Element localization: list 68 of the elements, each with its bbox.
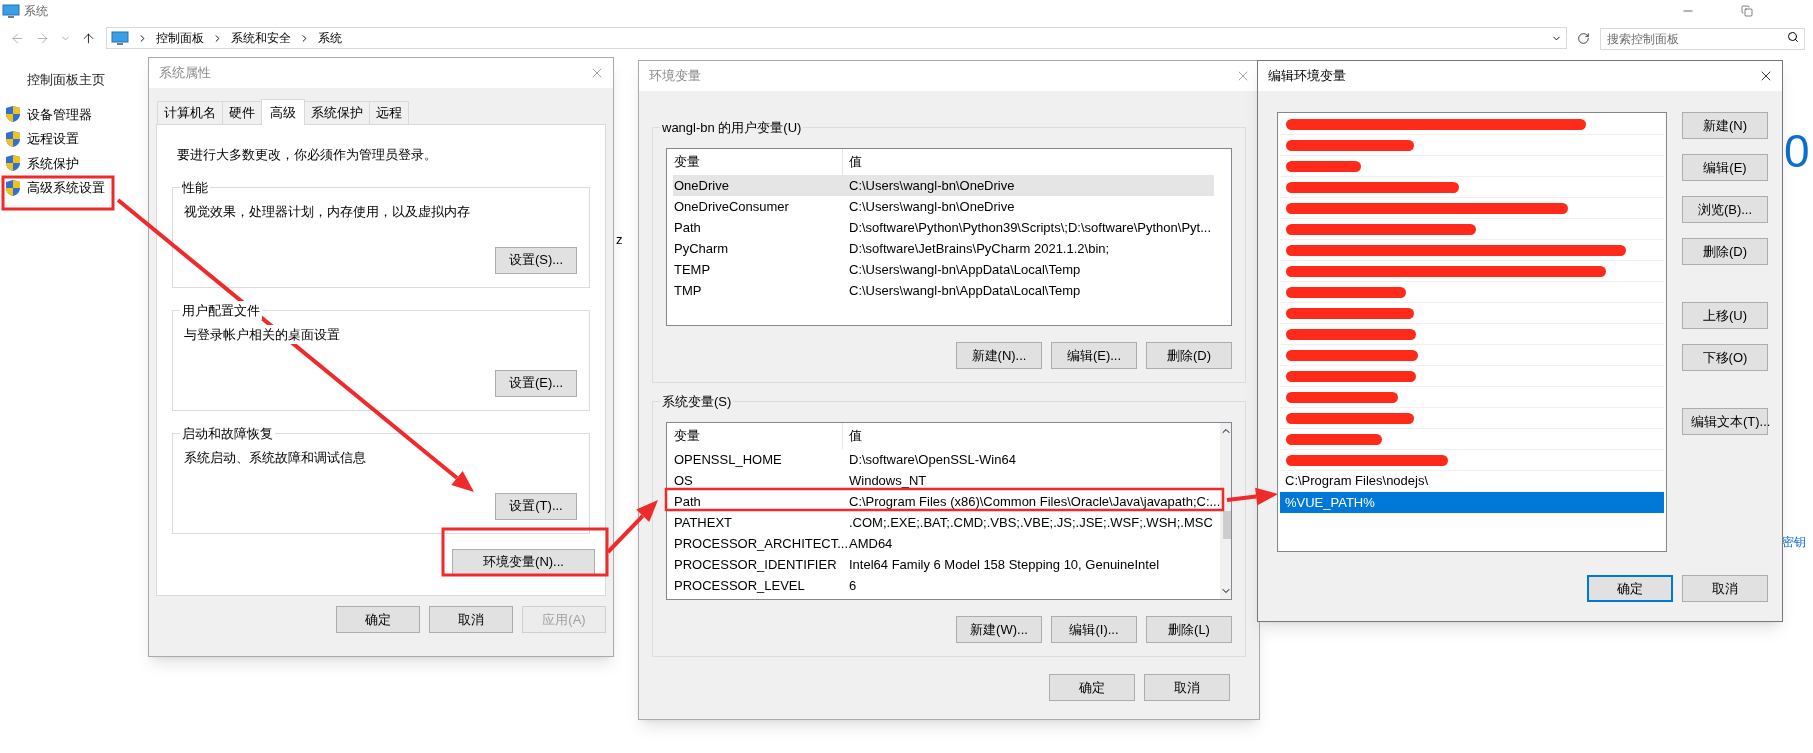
column-header[interactable]: 值 (843, 423, 1221, 449)
annotation-arrow (606, 500, 658, 554)
dialog-button[interactable]: 确定 (1049, 674, 1135, 701)
dialog-title: 环境变量 (649, 67, 701, 86)
dialog-button[interactable]: 取消 (429, 606, 513, 633)
dialog-button[interactable]: 确定 (1587, 575, 1673, 602)
computer-icon (110, 30, 129, 46)
sidebar-link[interactable]: 设备管理器 (27, 104, 92, 124)
sidebar-link[interactable]: 高级系统设置 (27, 178, 105, 198)
group-title: 用户配置文件 (180, 300, 262, 320)
breadcrumb-item[interactable]: 系统 (317, 29, 342, 47)
computer-icon (2, 3, 20, 19)
dialog-button[interactable]: 环境变量(N)... (452, 548, 595, 576)
dialog-button[interactable]: 编辑(E)... (1051, 342, 1137, 369)
shield-icon (5, 178, 21, 197)
dialog-button[interactable]: 新建(N) (1682, 112, 1768, 139)
tab[interactable]: 高级 (261, 99, 305, 125)
restore-icon[interactable] (1741, 5, 1753, 17)
search-field[interactable]: 搜索控制面板 (1600, 28, 1805, 50)
notice-text: 要进行大多数更改，你必须作为管理员登录。 (176, 146, 438, 164)
group-title: 系统变量(S) (660, 392, 734, 412)
dialog-button[interactable]: 删除(D) (1682, 238, 1768, 265)
address-bar[interactable]: 控制面板 系统和安全 系统 (105, 27, 1568, 49)
dialog-button[interactable]: 取消 (1144, 674, 1230, 701)
dialog-button[interactable]: 编辑(E) (1682, 154, 1768, 181)
scrollbar[interactable] (1220, 423, 1231, 599)
window-title: 系统 (24, 3, 48, 20)
dialog-button[interactable]: 新建(W)... (956, 616, 1042, 643)
tab[interactable]: 计算机名 (157, 101, 223, 124)
breadcrumb-item[interactable]: 控制面板 (155, 29, 204, 47)
up-icon[interactable] (80, 30, 96, 46)
shield-icon (5, 154, 21, 173)
forward-icon[interactable] (34, 30, 50, 46)
refresh-icon[interactable] (1577, 31, 1590, 45)
search-icon (1787, 31, 1799, 43)
dialog-button[interactable]: 编辑文本(T)... (1682, 408, 1768, 435)
path-entry[interactable]: %VUE_PATH% (1280, 492, 1664, 513)
dialog-button[interactable]: 删除(L) (1146, 616, 1232, 643)
dialog-title: 系统属性 (159, 64, 211, 83)
text-fragment: z (616, 231, 623, 249)
dialog-button[interactable]: 上移(U) (1682, 302, 1768, 329)
dialog-title: 编辑环境变量 (1268, 67, 1346, 86)
link-fragment[interactable]: 密钥 (1782, 533, 1806, 551)
sidebar-link[interactable]: 远程设置 (27, 129, 79, 149)
column-header[interactable]: 值 (843, 149, 1214, 175)
dialog-button[interactable]: 设置(E)... (495, 369, 577, 397)
annotation-arrow (1226, 487, 1278, 506)
dialog-button[interactable]: 确定 (336, 606, 420, 633)
shield-icon (5, 105, 21, 124)
tab[interactable]: 远程 (369, 101, 409, 124)
sidebar-link[interactable]: 系统保护 (27, 153, 79, 173)
dialog-button[interactable]: 取消 (1682, 575, 1768, 602)
dialog-button[interactable]: 设置(S)... (495, 246, 577, 274)
dialog-button[interactable]: 删除(D) (1146, 342, 1232, 369)
sidebar-link[interactable]: 控制面板主页 (0, 68, 140, 92)
scroll-thumb[interactable] (1223, 511, 1231, 539)
dialog-button[interactable]: 新建(N)... (956, 342, 1042, 369)
dialog-button[interactable]: 设置(T)... (495, 492, 577, 520)
back-icon[interactable] (10, 30, 25, 46)
dialog-button[interactable]: 下移(O) (1682, 344, 1768, 371)
group-description: 与登录帐户相关的桌面设置 (184, 324, 340, 344)
text-fragment: 0 (1784, 128, 1810, 174)
variable-row[interactable]: OneDrive C:\Users\wangl-bn\OneDrive (673, 175, 1214, 196)
breadcrumb-item[interactable]: 系统和安全 (230, 29, 291, 47)
dialog-button[interactable]: 浏览(B)... (1682, 196, 1768, 223)
shield-icon (5, 129, 21, 148)
group-title: wangl-bn 的用户变量(U) (660, 118, 804, 138)
dialog-button[interactable]: 编辑(I)... (1051, 616, 1137, 643)
